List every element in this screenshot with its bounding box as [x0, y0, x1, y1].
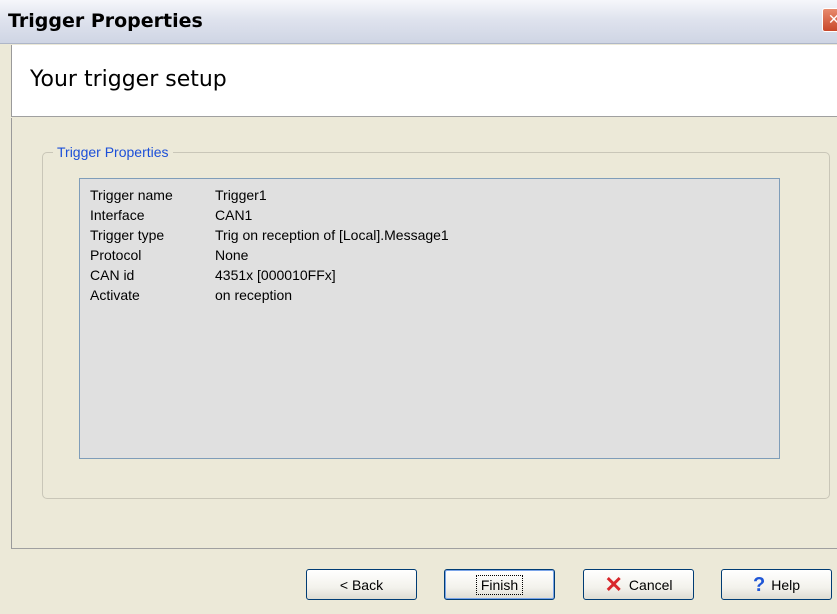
property-key: Trigger type	[90, 227, 165, 243]
cancel-button[interactable]: ✕ Cancel	[583, 569, 694, 600]
help-button[interactable]: ? Help	[721, 569, 832, 600]
properties-list[interactable]: Trigger name Trigger1 Interface CAN1 Tri…	[79, 178, 780, 459]
help-button-label: Help	[771, 576, 800, 593]
property-value: CAN1	[215, 207, 253, 223]
wizard-content: Trigger Properties Trigger name Trigger1…	[11, 118, 837, 549]
close-icon[interactable]: ✕	[822, 8, 837, 32]
question-icon: ?	[752, 573, 766, 596]
finish-button-label: Finish	[475, 574, 524, 595]
property-value: on reception	[215, 287, 293, 303]
cancel-button-label: Cancel	[628, 576, 673, 593]
window-title: Trigger Properties	[8, 10, 203, 32]
x-icon: ✕	[604, 571, 623, 597]
property-value: Trigger1	[215, 187, 267, 203]
trigger-properties-group: Trigger Properties Trigger name Trigger1…	[42, 144, 830, 499]
back-button[interactable]: < Back	[306, 569, 417, 600]
page-heading: Your trigger setup	[30, 67, 227, 92]
title-bar: Trigger Properties ✕	[0, 0, 837, 44]
property-value: None	[215, 247, 249, 263]
property-value: 4351x [000010FFx]	[215, 267, 336, 283]
property-key: Protocol	[90, 247, 142, 263]
property-key: Activate	[90, 287, 140, 303]
property-value: Trig on reception of [Local].Message1	[215, 227, 449, 243]
group-legend: Trigger Properties	[53, 144, 173, 160]
property-key: Trigger name	[90, 187, 173, 203]
wizard-header: Your trigger setup	[11, 45, 837, 117]
finish-button[interactable]: Finish	[444, 569, 555, 600]
property-key: Interface	[90, 207, 145, 223]
back-button-label: < Back	[339, 576, 384, 593]
property-key: CAN id	[90, 267, 135, 283]
